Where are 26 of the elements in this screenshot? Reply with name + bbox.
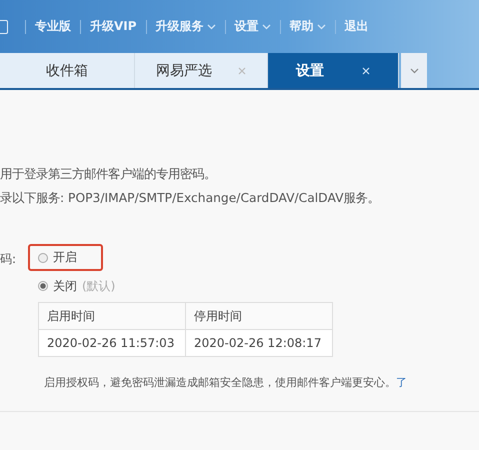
nav-link[interactable]: 升级VIP [90, 18, 137, 35]
column-header: 启用时间 [38, 302, 186, 330]
hint-text: 启用授权码，避免密码泄漏造成邮箱安全隐患，使用邮件客户端更安心。 [44, 376, 396, 389]
description-text: 用于登录第三方邮件客户端的专用密码。 [0, 166, 217, 182]
nav-link[interactable]: 设置 [234, 18, 271, 35]
column-header: 停用时间 [186, 302, 332, 330]
setting-label: 码: [0, 251, 18, 268]
nav-link[interactable]: 升级服务 [156, 18, 216, 35]
nav-link[interactable]: 退出 [344, 18, 369, 35]
nav-link[interactable]: 专业版 [35, 18, 71, 35]
tab[interactable]: 收件箱 [0, 53, 135, 88]
tab[interactable]: 网易严选 [135, 53, 268, 88]
tab[interactable]: 设置 [268, 53, 399, 88]
table-cell: 2020-02-26 11:57:03 [38, 330, 186, 356]
option-label: 关闭 [53, 278, 77, 294]
close-icon[interactable] [362, 66, 370, 74]
nav-link[interactable]: 帮助 [290, 18, 326, 35]
radio-button[interactable] [38, 281, 48, 291]
option-label: 开启 [53, 249, 77, 266]
description-text: 录以下服务: POP3/IMAP/SMTP/Exchange/CardDAV/CalDAV服务。 [0, 190, 380, 206]
table-cell: 2020-02-26 12:08:17 [186, 330, 332, 356]
radio-button[interactable] [38, 252, 48, 262]
learn-more-link[interactable]: 了 [396, 376, 407, 389]
caret-icon [410, 68, 418, 74]
option-note: (默认) [82, 278, 116, 294]
window-icon [0, 20, 8, 34]
